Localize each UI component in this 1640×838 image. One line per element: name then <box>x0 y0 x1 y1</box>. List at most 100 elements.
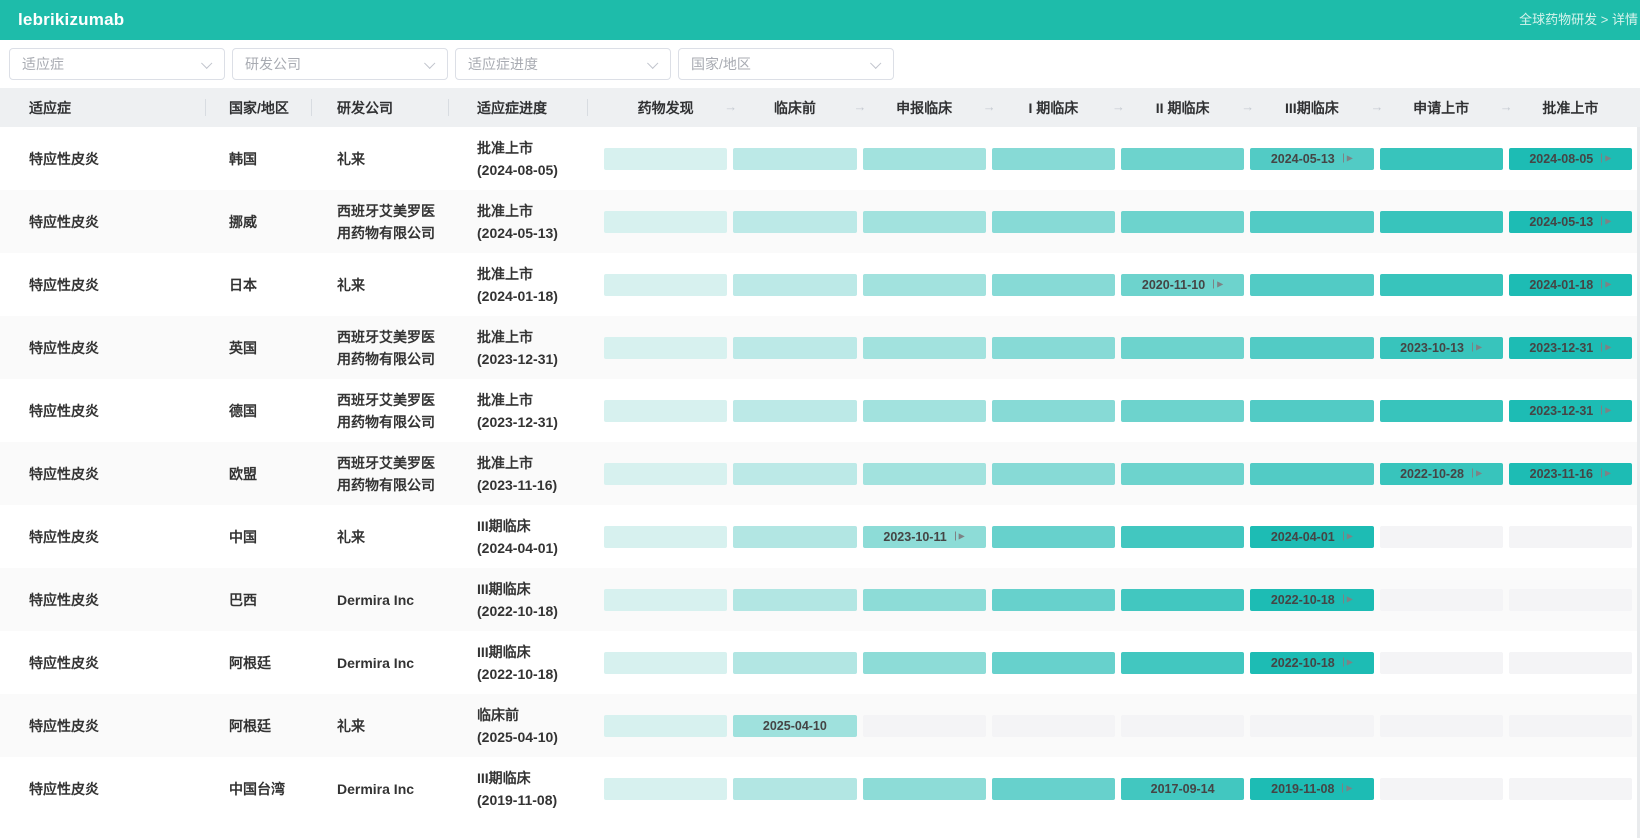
stage-bar-date: 2025-04-10 <box>763 719 827 733</box>
stage-bar-date: 2024-04-01 <box>1271 530 1335 544</box>
stage-bar <box>733 211 856 233</box>
step-forward-icon: ▶ <box>1472 469 1482 478</box>
stage-bar <box>733 526 856 548</box>
stage-column-header: 药物发现→ <box>601 98 730 118</box>
stage-bar <box>1250 337 1373 359</box>
stage-bar[interactable]: 2024-08-05 ▶ <box>1509 148 1632 170</box>
stage-cells: 2023-10-11▶2024-04-01▶ <box>587 505 1640 568</box>
filter-indication-select[interactable]: 适应症 <box>9 48 225 80</box>
stage-bar <box>992 526 1115 548</box>
stage-bar <box>863 778 986 800</box>
stage-bar[interactable]: 2023-10-11▶ <box>863 526 986 548</box>
stage-bar <box>733 337 856 359</box>
stage-bar[interactable]: 2023-11-16▶ <box>1509 463 1632 485</box>
stage-bar <box>992 463 1115 485</box>
step-forward-icon: ▶ <box>1601 406 1611 415</box>
stage-bar-date: 2023-12-31 <box>1529 341 1593 355</box>
company-cell: 礼来 <box>311 274 448 296</box>
progress-stage: 批准上市 <box>477 200 587 222</box>
stage-bar <box>1509 715 1632 737</box>
filter-region-select[interactable]: 国家/地区 <box>678 48 894 80</box>
country-cell: 阿根廷 <box>205 715 311 737</box>
stage-bar <box>992 337 1115 359</box>
stage-bar <box>1509 589 1632 611</box>
stage-bar-date: 2022-10-18 <box>1271 593 1335 607</box>
stage-bar[interactable]: 2024-05-13▶ <box>1250 148 1373 170</box>
table-row: 特应性皮炎 阿根廷 礼来 临床前 (2025-04-10) 2025-04-10 <box>0 694 1640 757</box>
stage-bar[interactable]: 2024-04-01▶ <box>1250 526 1373 548</box>
stage-bar <box>863 715 986 737</box>
stage-bar[interactable]: 2020-11-10▶ <box>1121 274 1244 296</box>
country-cell: 中国台湾 <box>205 778 311 800</box>
stage-bar <box>604 778 727 800</box>
stage-cells: 2022-10-18▶ <box>587 568 1640 631</box>
progress-stage: 批准上市 <box>477 452 587 474</box>
stage-bar <box>1121 463 1244 485</box>
stage-bar <box>992 400 1115 422</box>
progress-cell: 批准上市 (2023-11-16) <box>448 452 587 496</box>
table-row: 特应性皮炎 阿根廷 Dermira Inc III期临床 (2022-10-18… <box>0 631 1640 694</box>
stage-bar[interactable]: 2023-10-13▶ <box>1380 337 1503 359</box>
stage-bar[interactable]: 2022-10-28▶ <box>1380 463 1503 485</box>
indication-cell: 特应性皮炎 <box>0 274 205 296</box>
stage-bar[interactable]: 2023-12-31▶ <box>1509 400 1632 422</box>
step-forward-icon: ▶ <box>955 532 965 541</box>
country-cell: 德国 <box>205 400 311 422</box>
country-cell: 英国 <box>205 337 311 359</box>
stage-bar <box>1380 715 1503 737</box>
indication-cell: 特应性皮炎 <box>0 778 205 800</box>
progress-date: (2025-04-10) <box>477 726 587 748</box>
progress-stage: III期临床 <box>477 767 587 789</box>
indication-cell: 特应性皮炎 <box>0 589 205 611</box>
stage-bar[interactable]: 2024-05-13▶ <box>1509 211 1632 233</box>
stage-bar[interactable]: 2022-10-18▶ <box>1250 589 1373 611</box>
filter-company-select[interactable]: 研发公司 <box>232 48 448 80</box>
stage-bar <box>604 211 727 233</box>
step-forward-icon: ▶ <box>1472 343 1482 352</box>
stage-headers: 药物发现→临床前→申报临床→I 期临床→II 期临床→III期临床→申请上市→批… <box>587 88 1640 127</box>
page-title: lebrikizumab <box>0 10 124 30</box>
indication-cell: 特应性皮炎 <box>0 148 205 170</box>
stage-bar <box>863 211 986 233</box>
stage-bar[interactable]: 2024-01-18▶ <box>1509 274 1632 296</box>
stage-bar <box>1121 148 1244 170</box>
breadcrumb[interactable]: 全球药物研发 > 详情 <box>1519 0 1638 40</box>
progress-stage: III期临床 <box>477 515 587 537</box>
filter-progress-select[interactable]: 适应症进度 <box>455 48 671 80</box>
stage-bar[interactable]: 2023-12-31▶ <box>1509 337 1632 359</box>
step-forward-icon: ▶ <box>1601 154 1611 163</box>
stage-bar <box>733 589 856 611</box>
stage-bar <box>1121 400 1244 422</box>
stage-cells: 2024-05-13▶ <box>587 190 1640 253</box>
stage-bar-date: 2024-01-18 <box>1529 278 1593 292</box>
stage-bar <box>733 148 856 170</box>
table-row: 特应性皮炎 巴西 Dermira Inc III期临床 (2022-10-18)… <box>0 568 1640 631</box>
stage-bar <box>1380 274 1503 296</box>
stage-bar[interactable]: 2022-10-18▶ <box>1250 652 1373 674</box>
table-row: 特应性皮炎 德国 西班牙艾美罗医用药物有限公司 批准上市 (2023-12-31… <box>0 379 1640 442</box>
chevron-down-icon <box>201 58 212 69</box>
stage-bar[interactable]: 2017-09-14 <box>1121 778 1244 800</box>
company-cell: Dermira Inc <box>311 652 448 674</box>
stage-column-header: 临床前→ <box>730 98 859 118</box>
column-header-company: 研发公司 <box>311 88 448 127</box>
stage-bar <box>863 274 986 296</box>
stage-bar <box>1509 526 1632 548</box>
stage-bar[interactable]: 2025-04-10 <box>733 715 856 737</box>
stage-bar <box>1380 778 1503 800</box>
filter-indication-placeholder: 适应症 <box>10 54 64 74</box>
stage-bar[interactable]: 2019-11-08▶ <box>1250 778 1373 800</box>
column-header-indication: 适应症 <box>0 88 205 127</box>
progress-stage: 批准上市 <box>477 263 587 285</box>
indication-cell: 特应性皮炎 <box>0 463 205 485</box>
step-forward-icon: ▶ <box>1213 280 1223 289</box>
stage-bar <box>1121 652 1244 674</box>
indication-cell: 特应性皮炎 <box>0 526 205 548</box>
stage-bar <box>1121 715 1244 737</box>
stage-bar-date: 2024-08-05 <box>1529 152 1593 166</box>
step-forward-icon: ▶ <box>1342 784 1352 793</box>
stage-bar <box>992 652 1115 674</box>
country-cell: 巴西 <box>205 589 311 611</box>
step-forward-icon: ▶ <box>1601 469 1611 478</box>
stage-cells: 2025-04-10 <box>587 694 1640 757</box>
